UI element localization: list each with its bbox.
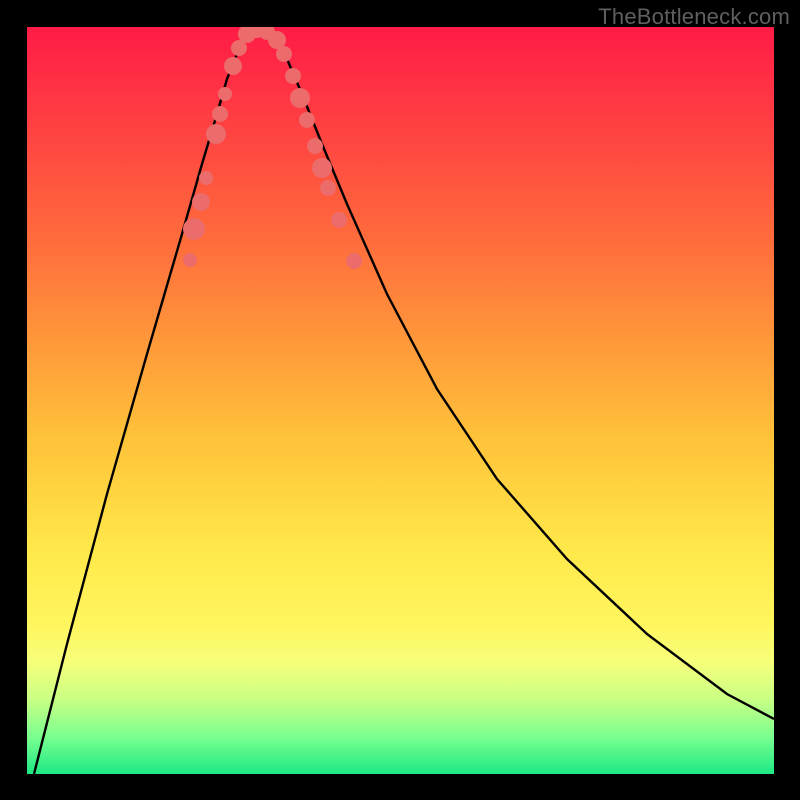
chart-frame: TheBottleneck.com	[0, 0, 800, 800]
highlight-dot	[212, 106, 228, 122]
chart-svg	[27, 27, 774, 774]
marker-group	[183, 27, 362, 269]
highlight-dot	[320, 180, 336, 196]
highlight-dot	[276, 46, 292, 62]
highlight-dot	[183, 253, 197, 267]
highlight-dot	[346, 253, 362, 269]
bottleneck-curve-path	[34, 32, 774, 774]
highlight-dot	[206, 124, 226, 144]
highlight-dot	[183, 218, 205, 240]
highlight-dot	[307, 138, 323, 154]
highlight-dot	[290, 88, 310, 108]
plot-area	[27, 27, 774, 774]
highlight-dot	[218, 87, 232, 101]
highlight-dot	[285, 68, 301, 84]
highlight-dot	[331, 212, 347, 228]
highlight-dot	[312, 158, 332, 178]
highlight-dot	[192, 193, 210, 211]
highlight-dot	[199, 171, 213, 185]
highlight-dot	[224, 57, 242, 75]
highlight-dot	[299, 112, 315, 128]
